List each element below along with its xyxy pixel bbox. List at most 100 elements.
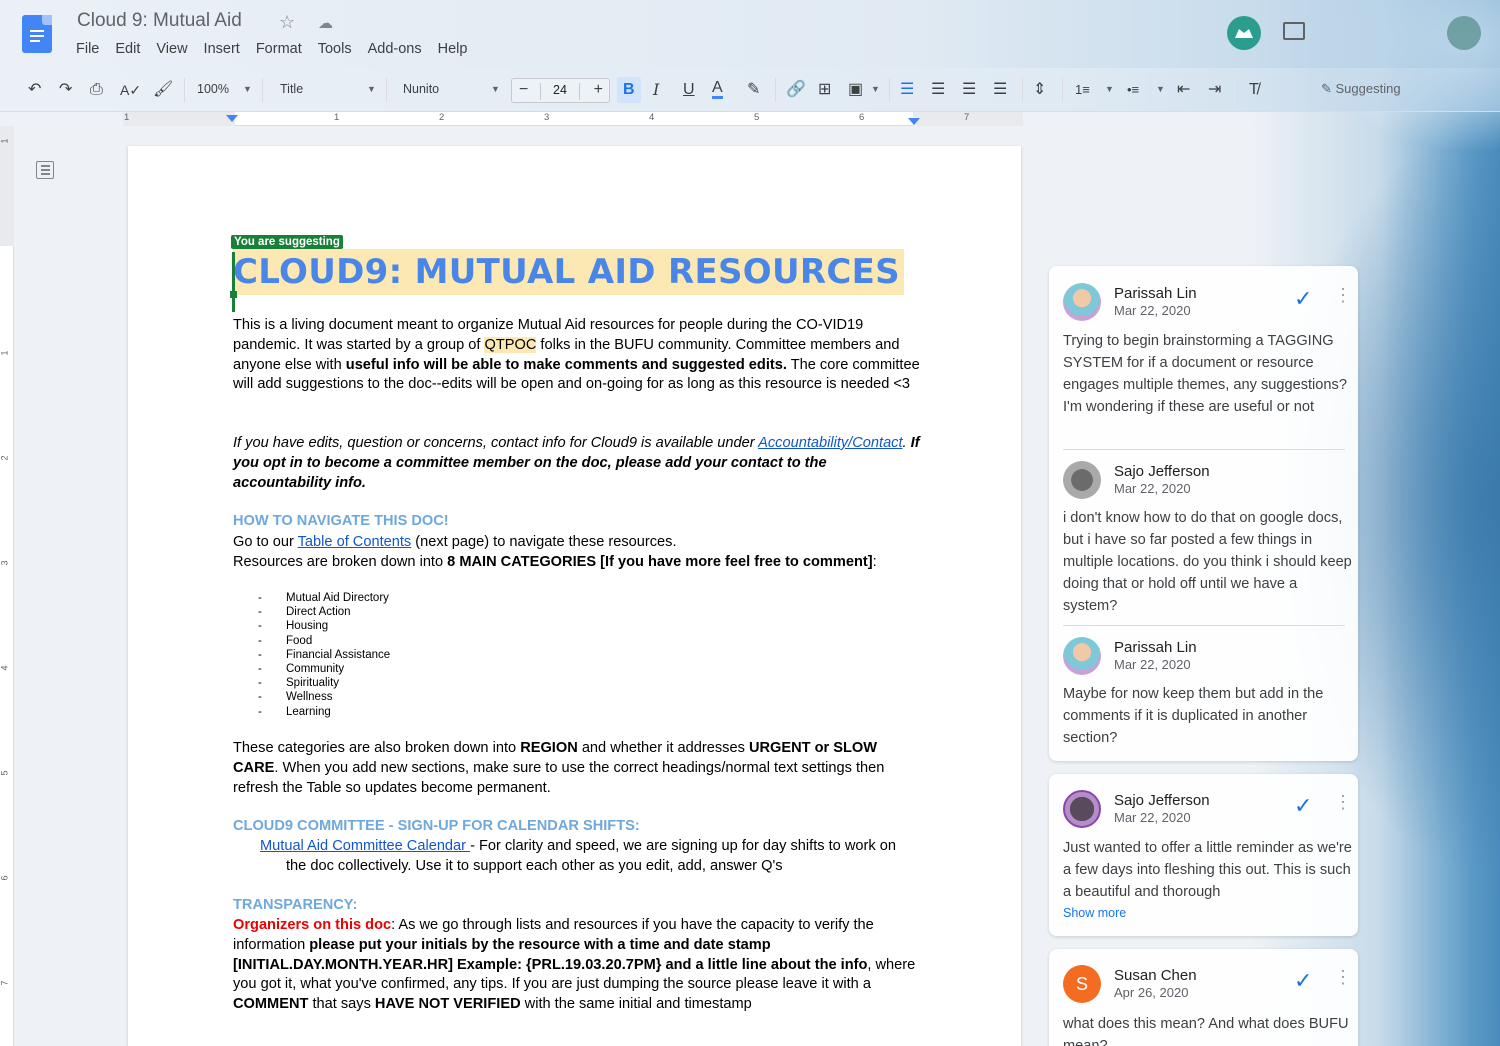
document-outline-icon[interactable]	[36, 161, 54, 179]
mode-label: Suggesting	[1335, 81, 1401, 96]
avatar	[1063, 461, 1101, 499]
align-center-icon[interactable]: ☰	[931, 80, 945, 100]
editing-mode-select[interactable]: ✎ Suggesting	[1321, 81, 1401, 97]
list-item: Direct Action	[258, 605, 390, 619]
increase-indent-icon[interactable]: ⇥	[1208, 80, 1221, 100]
minus-icon[interactable]: −	[519, 81, 528, 99]
plus-icon[interactable]: +	[594, 81, 603, 99]
menu-edit[interactable]: Edit	[115, 41, 140, 57]
text: with the same initial and timestamp	[520, 996, 752, 1013]
align-right-icon[interactable]: ☰	[962, 80, 976, 100]
resolve-check-icon[interactable]: ✓	[1294, 286, 1312, 312]
menu-format[interactable]: Format	[256, 41, 302, 57]
intro-paragraph[interactable]: This is a living document meant to organ…	[233, 316, 923, 395]
toolbar: ↶ ↷ ⎙ A✓ 🖌 100% ▼ Title ▼ Nunito ▼ − 24 …	[0, 68, 1500, 112]
bulleted-list-icon[interactable]: •≡	[1127, 80, 1139, 100]
more-vert-icon[interactable]: ⋮	[1334, 793, 1352, 811]
bold-icon[interactable]: B	[623, 80, 635, 100]
ruler-label: 1	[0, 138, 10, 144]
clear-formatting-icon[interactable]: T̸	[1249, 80, 1259, 100]
redo-icon[interactable]: ↷	[59, 80, 72, 100]
menu-tools[interactable]: Tools	[318, 41, 352, 57]
left-indent-marker[interactable]	[226, 115, 238, 122]
justify-icon[interactable]: ☰	[993, 80, 1007, 100]
font-size-stepper[interactable]: − 24 +	[511, 78, 610, 103]
resolve-check-icon[interactable]: ✓	[1294, 968, 1312, 994]
chevron-down-icon: ▼	[1156, 84, 1165, 94]
text-cursor	[230, 252, 237, 312]
spellcheck-icon[interactable]: A✓	[120, 80, 141, 100]
ruler-label: 1	[124, 112, 130, 123]
numbered-list-icon[interactable]: 1≡	[1075, 80, 1090, 100]
avatar	[1063, 283, 1101, 321]
insert-image-icon[interactable]: ▣	[848, 80, 863, 100]
transparency-paragraph[interactable]: Organizers on this doc: As we go through…	[233, 916, 923, 1015]
link-icon[interactable]: 🔗	[786, 80, 806, 100]
list-item: Financial Assistance	[258, 648, 390, 662]
horizontal-ruler[interactable]: 1 1 2 3 4 5 6 7	[0, 112, 1500, 126]
text: and whether it addresses	[577, 740, 749, 756]
text: Resources are broken down into	[233, 553, 448, 570]
italic-icon[interactable]: I	[653, 80, 659, 100]
comment-text: Trying to begin brainstorming a TAGGING …	[1063, 333, 1347, 415]
edits-paragraph[interactable]: If you have edits, question or concerns,…	[233, 434, 923, 493]
zoom-select[interactable]: 100%	[197, 82, 229, 96]
paint-format-icon[interactable]: 🖌	[153, 80, 173, 100]
ruler-label: 5	[754, 112, 760, 123]
regions-paragraph[interactable]: These categories are also broken down in…	[233, 739, 923, 798]
title-bar: Cloud 9: Mutual Aid ☆ ☁ File Edit View I…	[0, 0, 1500, 68]
undo-icon[interactable]: ↶	[28, 80, 41, 100]
table-of-contents-link[interactable]: Table of Contents	[298, 534, 412, 550]
decrease-indent-icon[interactable]: ⇤	[1177, 80, 1190, 100]
list-item: Wellness	[258, 690, 390, 704]
menu-view[interactable]: View	[156, 41, 187, 57]
bold-text: HAVE NOT VERIFIED	[374, 996, 521, 1013]
calendar-link[interactable]: Mutual Aid Committee Calendar	[260, 838, 470, 854]
list-item: Food	[258, 634, 390, 648]
line-spacing-icon[interactable]: ⇕	[1033, 80, 1046, 100]
show-more-link[interactable]: Show more	[1063, 906, 1126, 920]
comment-author: Susan Chen	[1114, 967, 1197, 984]
menu-insert[interactable]: Insert	[204, 41, 240, 57]
style-select[interactable]: Title	[280, 82, 303, 96]
add-comment-icon[interactable]: ⊞	[818, 80, 831, 100]
align-left-icon[interactable]: ☰	[900, 80, 914, 100]
user-avatar[interactable]	[1227, 16, 1261, 50]
star-icon[interactable]: ☆	[279, 12, 295, 33]
text: that says	[308, 996, 375, 1013]
print-icon[interactable]: ⎙	[90, 80, 103, 100]
comment-author: Sajo Jefferson	[1114, 463, 1210, 480]
underline-icon[interactable]: U	[683, 80, 695, 100]
comment-author: Parissah Lin	[1114, 639, 1197, 656]
accountability-link[interactable]: Accountability/Contact	[758, 435, 902, 451]
comment-history-icon[interactable]	[1283, 22, 1305, 40]
resolve-check-icon[interactable]: ✓	[1294, 793, 1312, 819]
cloud-status-icon[interactable]: ☁	[318, 14, 333, 32]
list-item: Mutual Aid Directory	[258, 591, 390, 605]
chevron-down-icon: ▼	[491, 84, 500, 94]
ruler-label: 5	[0, 770, 10, 776]
share-avatar[interactable]	[1447, 16, 1481, 50]
text: (next page) to navigate these resources.	[411, 534, 677, 550]
document-title[interactable]: Cloud 9: Mutual Aid	[77, 10, 242, 32]
docs-logo-icon[interactable]	[22, 15, 52, 53]
navigate-heading: HOW TO NAVIGATE THIS DOC!	[233, 513, 449, 529]
avatar: S	[1063, 965, 1101, 1003]
menu-addons[interactable]: Add-ons	[368, 41, 422, 57]
more-vert-icon[interactable]: ⋮	[1334, 968, 1352, 986]
committee-paragraph[interactable]: Mutual Aid Committee Calendar - For clar…	[260, 837, 910, 877]
ruler-label: 6	[859, 112, 865, 123]
right-indent-marker[interactable]	[908, 118, 920, 125]
font-select[interactable]: Nunito	[403, 82, 439, 96]
document-heading[interactable]: CLOUD9: MUTUAL AID RESOURCES	[233, 249, 904, 295]
list-item: Spirituality	[258, 676, 390, 690]
font-size-value[interactable]: 24	[540, 83, 580, 100]
ruler-label: 3	[544, 112, 550, 123]
highlight-icon[interactable]: ✎	[747, 80, 760, 100]
menu-help[interactable]: Help	[438, 41, 468, 57]
text-color-icon[interactable]: A	[712, 80, 723, 99]
menu-file[interactable]: File	[76, 41, 99, 57]
more-vert-icon[interactable]: ⋮	[1334, 286, 1352, 304]
navigate-paragraph[interactable]: Go to our Table of Contents (next page) …	[233, 533, 923, 573]
vertical-ruler[interactable]: 1 1 2 3 4 5 6 7	[0, 126, 14, 1046]
